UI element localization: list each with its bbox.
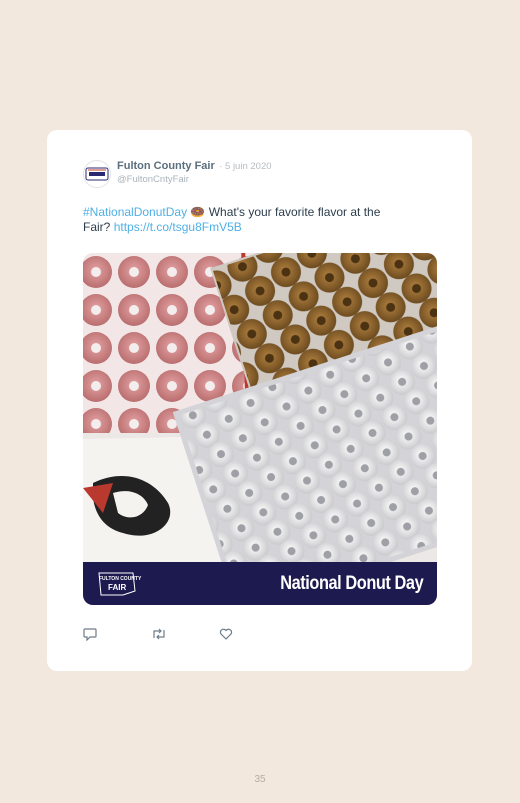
tweet-text-part2: Fair? [83,220,114,234]
display-name[interactable]: Fulton County Fair [117,160,215,172]
retweet-icon[interactable] [151,627,165,641]
banner-fair-logo: FULTON COUNTY FAIR [93,567,141,601]
tweet-text: #NationalDonutDay 🍩 What's your favorite… [83,205,428,235]
banner-title: National Donut Day [280,572,423,594]
tweet-header: Fulton County Fair · 5 juin 2020 @Fulton… [83,158,272,188]
avatar[interactable] [83,160,111,188]
tweet-link[interactable]: https://t.co/tsgu8FmV5B [114,220,242,234]
like-icon[interactable] [219,627,233,641]
tweet-actions [83,627,287,642]
donut-emoji: 🍩 [190,205,206,219]
donuts-photo [83,253,437,605]
tweet-media[interactable]: FULTON COUNTY FAIR National Donut Day [83,253,437,605]
tweet-date[interactable]: · 5 juin 2020 [219,161,271,172]
fair-logo-icon [85,167,109,181]
page-number: 35 [254,774,266,785]
reply-icon[interactable] [83,627,97,642]
tweet-card: Fulton County Fair · 5 juin 2020 @Fulton… [47,130,472,671]
media-banner: FULTON COUNTY FAIR National Donut Day [83,562,437,605]
user-handle[interactable]: @FultonCntyFair [117,173,272,186]
tweet-text-part1: What's your favorite flavor at the [205,205,381,219]
hashtag-link[interactable]: #NationalDonutDay [83,205,187,219]
